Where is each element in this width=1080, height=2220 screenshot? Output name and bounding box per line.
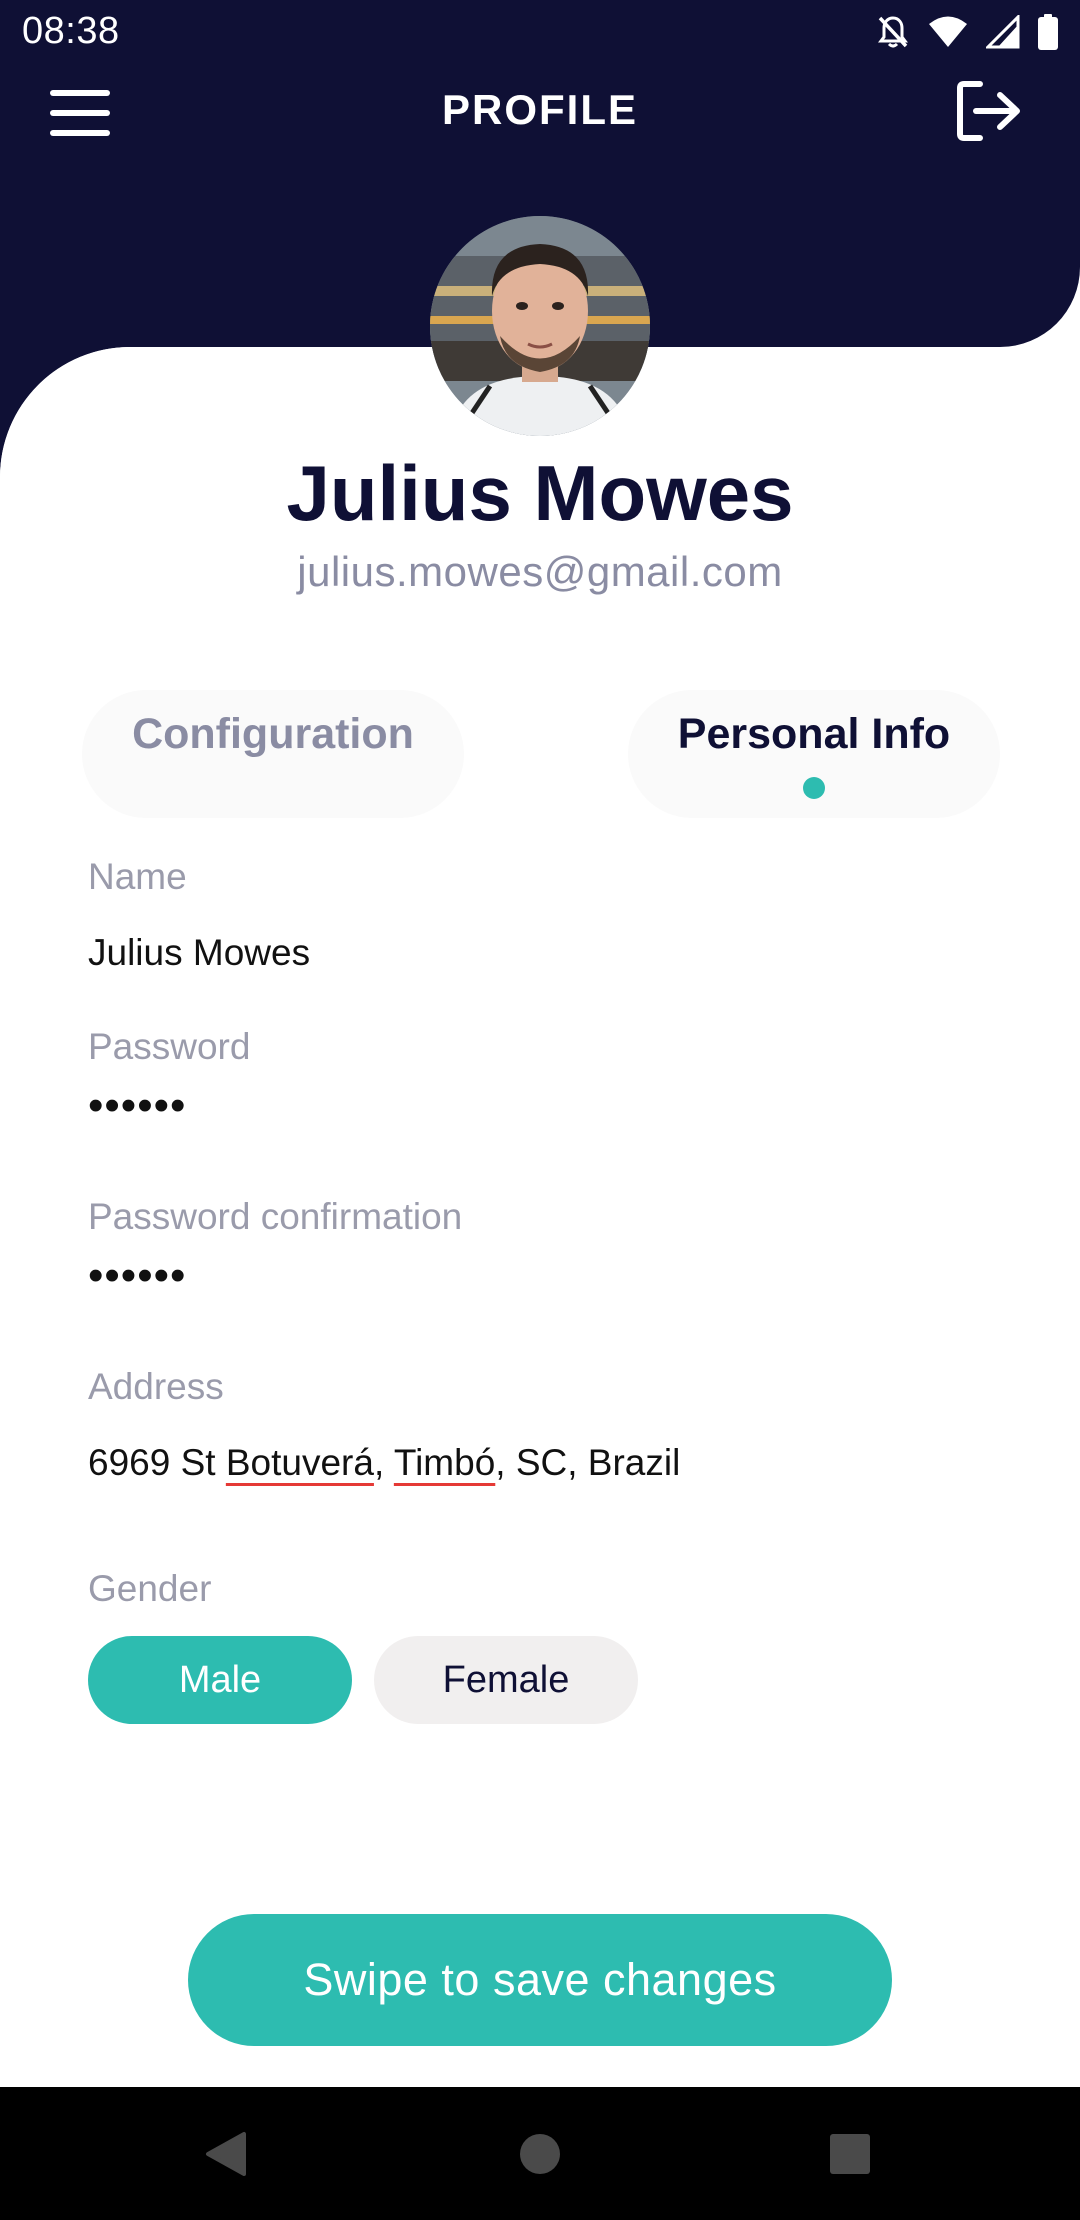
navigation-bar (0, 2087, 1080, 2220)
name-input[interactable]: Julius Mowes (88, 932, 988, 974)
logout-button[interactable] (950, 76, 1030, 146)
page-title: PROFILE (441, 86, 638, 133)
gender-option-label: Male (178, 1658, 262, 1701)
address-part: , (373, 1442, 394, 1483)
back-icon (206, 2131, 246, 2176)
logout-icon (957, 81, 1020, 141)
address-field[interactable]: Address 6969 St Botuverá, Timbó, SC, Bra… (88, 1366, 988, 1484)
password-confirmation-field[interactable]: Password confirmation •••••• (88, 1196, 988, 1298)
notifications-off-icon (876, 14, 910, 50)
address-input[interactable]: 6969 St Botuverá, Timbó, SC, Brazil (88, 1442, 988, 1484)
address-part-misspelled: Botuverá (225, 1442, 374, 1483)
password-label: Password (88, 1026, 251, 1067)
tab-configuration[interactable]: Configuration (82, 690, 464, 818)
battery-icon (1038, 14, 1058, 50)
gender-option-male[interactable]: Male (88, 1636, 352, 1724)
swipe-to-save-button[interactable]: Swipe to save changes (188, 1914, 892, 2046)
back-button[interactable] (166, 2087, 286, 2220)
password-confirmation-label: Password confirmation (88, 1196, 463, 1237)
address-part: 6969 St (88, 1442, 226, 1483)
profile-name: Julius Mowes (286, 449, 794, 537)
name-field[interactable]: Name Julius Mowes (88, 856, 988, 974)
tab-personal-info[interactable]: Personal Info (628, 690, 1000, 818)
tab-label: Personal Info (677, 710, 951, 758)
password-confirmation-input[interactable]: •••••• (88, 1254, 988, 1298)
address-part: , SC, Brazil (495, 1442, 681, 1483)
home-icon (520, 2133, 560, 2174)
tab-label: Configuration (132, 710, 414, 758)
status-bar: 08:38 (0, 0, 1080, 66)
recents-button[interactable] (790, 2087, 910, 2220)
profile-photo (430, 216, 650, 436)
status-icons (876, 14, 1058, 50)
password-field[interactable]: Password •••••• (88, 1026, 988, 1128)
profile-email: julius.mowes@gmail.com (297, 548, 783, 595)
status-time: 08:38 (22, 10, 120, 52)
active-tab-indicator (803, 777, 825, 799)
address-part-misspelled: Timbó (393, 1442, 496, 1483)
save-button-label: Swipe to save changes (303, 1954, 777, 2005)
gender-option-female[interactable]: Female (374, 1636, 638, 1724)
password-input[interactable]: •••••• (88, 1084, 988, 1128)
wifi-icon (928, 15, 968, 49)
gender-option-label: Female (442, 1658, 570, 1701)
gender-label: Gender (88, 1568, 212, 1609)
home-button[interactable] (480, 2087, 600, 2220)
address-label: Address (88, 1366, 224, 1407)
avatar[interactable] (430, 216, 650, 436)
signal-icon (986, 15, 1020, 49)
name-label: Name (88, 856, 187, 897)
recents-icon (830, 2133, 870, 2174)
